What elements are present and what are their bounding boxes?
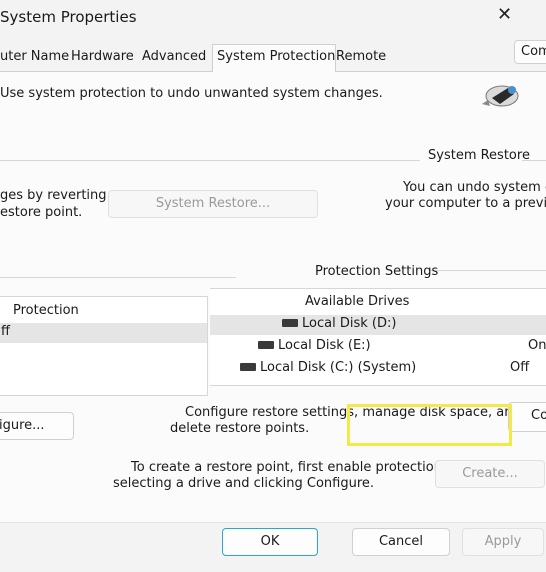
configure-text-line-2: delete restore points. xyxy=(170,421,310,436)
drive-status: On xyxy=(528,338,546,353)
table-row[interactable]: Local Disk (C:) (System) Off xyxy=(210,359,546,379)
system-protection-icon xyxy=(478,76,528,116)
drive-icon xyxy=(258,340,274,349)
create-text-line-1: To create a restore point, first enable … xyxy=(131,460,463,475)
restore-left-text-line-2: estore point. xyxy=(0,205,83,220)
list-item[interactable]: ff xyxy=(0,323,207,343)
system-restore-group-label: System Restore xyxy=(428,148,530,163)
drives-list[interactable]: Available Drives Local Disk (D:) Local D… xyxy=(210,288,546,386)
footer-divider xyxy=(0,522,546,523)
protection-settings-group-label: Protection Settings xyxy=(315,264,439,279)
available-drives-header: Available Drives xyxy=(305,294,410,309)
restore-right-text-line-1: You can undo system ch xyxy=(403,180,546,195)
table-row[interactable]: Local Disk (E:) On xyxy=(210,337,546,357)
table-row[interactable]: Local Disk (D:) xyxy=(210,315,546,335)
drive-status: Off xyxy=(510,360,530,375)
tab-advanced[interactable]: Advanced xyxy=(142,49,206,64)
tab-computer-name[interactable]: uter Name xyxy=(0,49,69,64)
apply-button[interactable]: Apply xyxy=(462,528,544,556)
tab-bar: uter Name Hardware Advanced System Prote… xyxy=(0,44,546,72)
computer-name-tab-button[interactable]: Comp xyxy=(514,40,546,64)
drives-list-left[interactable]: Protection ff xyxy=(0,296,208,396)
highlight-box xyxy=(347,404,512,446)
protection-divider-left xyxy=(0,277,236,278)
close-icon[interactable]: ✕ xyxy=(497,6,512,24)
create-button[interactable]: Create... xyxy=(435,460,545,488)
drive-name: Local Disk (D:) xyxy=(302,316,397,331)
protection-divider-right xyxy=(430,270,546,271)
tab-remote[interactable]: Remote xyxy=(336,49,386,64)
drive-icon xyxy=(282,318,298,327)
system-restore-button[interactable]: System Restore... xyxy=(108,190,318,218)
drive-name: Local Disk (C:) (System) xyxy=(260,360,417,375)
configure-button[interactable]: Co xyxy=(508,402,546,432)
drive-icon xyxy=(240,362,256,371)
window-title: System Properties xyxy=(0,8,137,26)
restore-left-text-line-1: ges by reverting xyxy=(0,188,107,203)
tab-system-protection[interactable]: System Protection xyxy=(212,44,336,72)
configure-button-left[interactable]: igure... xyxy=(0,412,74,440)
ok-button[interactable]: OK xyxy=(222,528,318,556)
cancel-button[interactable]: Cancel xyxy=(352,528,450,556)
create-text-line-2: selecting a drive and clicking Configure… xyxy=(113,476,375,491)
system-restore-divider xyxy=(0,160,420,161)
system-properties-window: System Properties ✕ uter Name Hardware A… xyxy=(0,0,546,572)
tab-hardware[interactable]: Hardware xyxy=(71,49,134,64)
protection-column-header: Protection xyxy=(13,303,79,318)
description-text: Use system protection to undo unwanted s… xyxy=(0,86,383,101)
drive-name: Local Disk (E:) xyxy=(278,338,371,353)
protection-value: ff xyxy=(1,324,10,339)
restore-right-text-line-2: your computer to a previous xyxy=(385,196,546,211)
